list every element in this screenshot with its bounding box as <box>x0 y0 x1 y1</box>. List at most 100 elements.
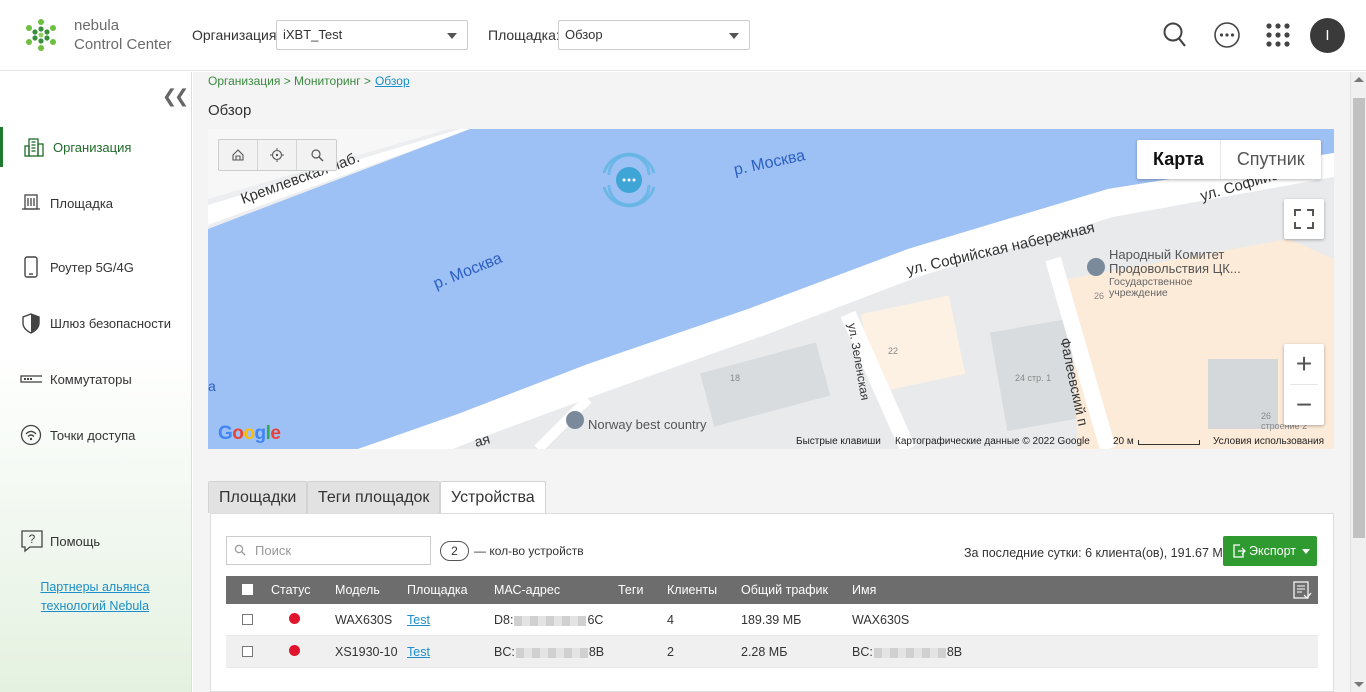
sidebar-item-switches[interactable]: Коммутаторы <box>0 359 191 399</box>
map-poi-type: учреждение <box>1109 287 1168 299</box>
sidebar-item-security-gateway[interactable]: Шлюз безопасности <box>0 303 191 343</box>
map-search-icon[interactable] <box>297 140 336 170</box>
locate-icon[interactable] <box>258 140 297 170</box>
main-content: Организация > Мониторинг > Обзор Обзор р… <box>193 72 1350 692</box>
more-icon[interactable] <box>1211 19 1243 51</box>
sidebar-item-access-points[interactable]: Точки доступа <box>0 415 191 455</box>
map-scale-bar <box>1138 440 1200 445</box>
redacted-mac <box>514 615 587 626</box>
scroll-down-arrow[interactable] <box>1354 682 1364 687</box>
tab-sites[interactable]: Площадки <box>208 481 308 513</box>
site-select[interactable]: Обзор <box>558 20 750 50</box>
sidebar-item-label: Роутер 5G/4G <box>50 259 134 275</box>
cell-site-link[interactable]: Test <box>407 645 430 659</box>
partners-line2: технологий Nebula <box>40 599 150 613</box>
cell-mac: D8: 6C <box>494 613 603 627</box>
map-house-number: 26 <box>1094 291 1104 301</box>
sidebar-item-organization[interactable]: Организация <box>0 127 191 167</box>
help-label: Помощь <box>50 533 101 549</box>
search-icon <box>234 544 246 556</box>
sidebar: ❮❮ Организация Площадка Роутер 5G/4G Шлю… <box>0 72 192 692</box>
map-poi-name: Народный Комитет <box>1109 247 1224 262</box>
nebula-logo[interactable] <box>24 18 58 52</box>
fullscreen-icon[interactable] <box>1284 199 1324 239</box>
column-header[interactable]: Общий трафик <box>741 583 828 597</box>
cell-model: WAX630S <box>335 613 393 627</box>
table-row[interactable]: XS1930-10 Test BC: 8B 2 2.28 МБ BC: 8B <box>226 636 1318 668</box>
breadcrumb-current[interactable]: Обзор <box>375 74 410 88</box>
cell-name: BC: 8B <box>852 645 962 659</box>
tab-devices[interactable]: Устройства <box>440 481 546 514</box>
org-select-value: iXBT_Test <box>283 27 343 42</box>
device-search-input[interactable]: Поиск <box>226 536 431 565</box>
help-link[interactable]: ? Помощь <box>20 529 100 553</box>
page-title: Обзор <box>208 102 252 119</box>
collapse-sidebar-icon[interactable]: ❮❮ <box>162 86 189 107</box>
map[interactable]: р. Москва р. Москва ул. Софийская набере… <box>208 129 1334 449</box>
apps-grid-icon[interactable] <box>1262 19 1294 51</box>
scroll-up-arrow[interactable] <box>1354 77 1364 82</box>
column-header[interactable]: Клиенты <box>667 583 717 597</box>
column-header[interactable]: МАС-адрес <box>494 583 560 597</box>
breadcrumb-path[interactable]: Организация > Мониторинг > <box>208 74 371 88</box>
traffic-summary: За последние сутки: 6 клиента(ов), 191.6… <box>963 546 1231 560</box>
map-terms-link[interactable]: Условия использования <box>1213 436 1324 447</box>
partners-link[interactable]: Партнеры альянса технологий Nebula <box>20 578 170 616</box>
device-count-label: — кол-во устройств <box>474 544 584 558</box>
breadcrumb: Организация > Мониторинг > Обзор <box>208 74 410 88</box>
export-icon <box>1233 544 1246 558</box>
top-bar: nebula Control Center Организация: iXBT_… <box>0 0 1366 71</box>
map-zoom-controls: + − <box>1284 344 1324 425</box>
column-header[interactable]: Модель <box>335 583 380 597</box>
select-all-checkbox[interactable] <box>242 584 253 595</box>
map-type-satellite-button[interactable]: Спутник <box>1221 140 1321 179</box>
map-type-switch: Карта Спутник <box>1137 140 1321 179</box>
mobile-router-icon <box>24 256 38 278</box>
caret-down-icon <box>1302 549 1311 555</box>
user-avatar[interactable]: I <box>1310 18 1345 53</box>
cell-clients: 4 <box>667 613 674 627</box>
column-header[interactable]: Имя <box>852 583 876 597</box>
cell-clients: 2 <box>667 645 674 659</box>
map-type-map-button[interactable]: Карта <box>1137 140 1221 179</box>
redacted-mac <box>515 647 588 658</box>
search-icon[interactable] <box>1159 19 1191 51</box>
map-label-river: а <box>208 378 216 394</box>
row-checkbox[interactable] <box>242 646 253 657</box>
tab-site-tags[interactable]: Теги площадок <box>307 481 441 513</box>
table-row[interactable]: WAX630S Test D8: 6C 4 189.39 МБ WAX630S <box>226 604 1318 636</box>
export-label: Экспорт <box>1249 544 1296 558</box>
org-select[interactable]: iXBT_Test <box>276 20 468 50</box>
home-icon[interactable] <box>219 140 258 170</box>
column-header[interactable]: Площадка <box>407 583 468 597</box>
status-dot <box>289 645 300 656</box>
site-label: Площадка: <box>488 27 560 43</box>
device-search-placeholder: Поиск <box>255 543 292 558</box>
cell-site-link[interactable]: Test <box>407 613 430 627</box>
map-house-number: 26 <box>1261 411 1271 421</box>
zoom-out-icon[interactable]: − <box>1284 385 1324 425</box>
sidebar-item-router[interactable]: Роутер 5G/4G <box>0 247 191 287</box>
column-settings-icon[interactable] <box>1292 580 1312 600</box>
map-shortcuts-link[interactable]: Быстрые клавиши <box>796 436 881 447</box>
sidebar-item-site[interactable]: Площадка <box>0 183 191 223</box>
map-house-number: 18 <box>730 373 740 383</box>
google-logo[interactable]: Google <box>218 423 281 445</box>
page-scrollbar[interactable] <box>1350 72 1366 692</box>
site-icon <box>22 194 40 210</box>
table-header: Статус Модель Площадка МАС-адрес Теги Кл… <box>226 576 1318 604</box>
svg-text:?: ? <box>29 532 36 546</box>
cell-name: WAX630S <box>852 613 910 627</box>
site-select-value: Обзор <box>565 27 603 42</box>
chevron-down-icon <box>729 33 739 39</box>
map-scale-label: 20 м <box>1113 436 1134 447</box>
column-header[interactable]: Статус <box>271 583 311 597</box>
column-header[interactable]: Теги <box>618 583 643 597</box>
export-button[interactable]: Экспорт <box>1223 536 1317 566</box>
sidebar-item-label: Точки доступа <box>50 427 136 443</box>
scroll-thumb[interactable] <box>1353 98 1365 538</box>
zoom-in-icon[interactable]: + <box>1284 344 1324 384</box>
chevron-down-icon <box>447 33 457 39</box>
map-poi-name: Norway best country <box>588 417 707 432</box>
row-checkbox[interactable] <box>242 614 253 625</box>
